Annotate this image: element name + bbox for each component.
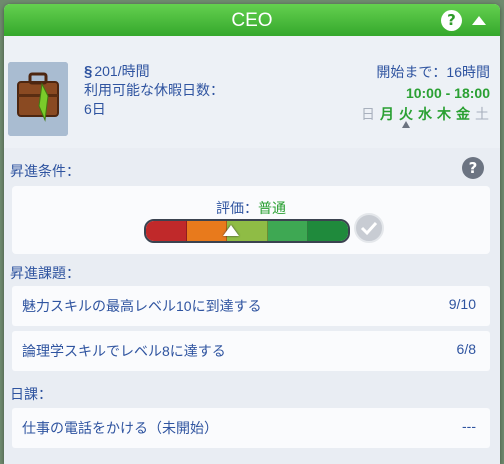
today-marker-icon: [402, 121, 410, 128]
simoleon-icon: §: [84, 63, 93, 80]
performance-meter: [144, 219, 350, 243]
salary: § 201/時間: [84, 62, 224, 81]
performance-marker-icon: [223, 225, 239, 236]
vacation-days: 6日: [84, 101, 106, 117]
work-hours: 10:00 - 18:00: [405, 85, 490, 101]
day-wed: 水: [418, 106, 432, 122]
career-pay-info: § 201/時間 利用可能な休暇日数： 6日: [84, 62, 224, 119]
performance-label: 評価：普通: [12, 198, 490, 218]
promotion-requirements-label: 昇進条件：: [10, 163, 80, 179]
task-progress: 9/10: [448, 296, 476, 312]
career-title: CEO: [231, 10, 273, 31]
day-sat: 土: [475, 106, 489, 122]
meter-segment: [267, 221, 309, 241]
day-thu: 木: [437, 106, 451, 122]
panel-header: CEO ?: [4, 4, 500, 39]
collapse-icon[interactable]: [472, 16, 486, 25]
daily-task-text: 仕事の電話をかける（未開始）: [22, 420, 218, 436]
task-row: 論理学スキルでレベル8に達する 6/8: [12, 331, 490, 371]
task-text: 魅力スキルの最高レベル10に到達する: [22, 298, 262, 314]
time-until-work: 開始まで：16時間: [376, 64, 490, 80]
daily-task-status: ---: [462, 418, 476, 434]
meter-segment: [146, 221, 187, 241]
task-row: 魅力スキルの最高レベル10に到達する 9/10: [12, 286, 490, 326]
daily-task-row: 仕事の電話をかける（未開始） ---: [12, 408, 490, 448]
task-progress: 6/8: [456, 341, 476, 357]
briefcase-icon: [8, 62, 68, 136]
vacation-label: 利用可能な休暇日数：: [84, 82, 224, 98]
work-days: 日 月 火 水 木 金 土: [360, 104, 490, 128]
performance-box: 評価：普通: [12, 186, 490, 254]
day-tue: 火: [398, 104, 414, 128]
day-mon: 月: [380, 106, 394, 122]
help-icon[interactable]: ?: [441, 10, 462, 31]
promotion-checkmark-icon: [354, 213, 384, 243]
schedule-info: 開始まで：16時間 10:00 - 18:00 日 月 火 水 木 金 土: [360, 62, 490, 128]
performance-value: 普通: [258, 200, 286, 216]
day-fri: 金: [456, 106, 470, 122]
promotion-tasks-label: 昇進課題：: [10, 265, 80, 281]
salary-value: 201/時間: [94, 63, 150, 79]
task-text: 論理学スキルでレベル8に達する: [22, 343, 226, 359]
day-tue-label: 火: [399, 106, 413, 122]
day-sun: 日: [361, 106, 375, 122]
promotion-help-icon[interactable]: ?: [462, 157, 484, 179]
performance-label-text: 評価：: [216, 200, 258, 216]
daily-tasks-label: 日課：: [10, 386, 52, 402]
meter-segment: [308, 221, 348, 241]
meter-segment: [186, 221, 228, 241]
